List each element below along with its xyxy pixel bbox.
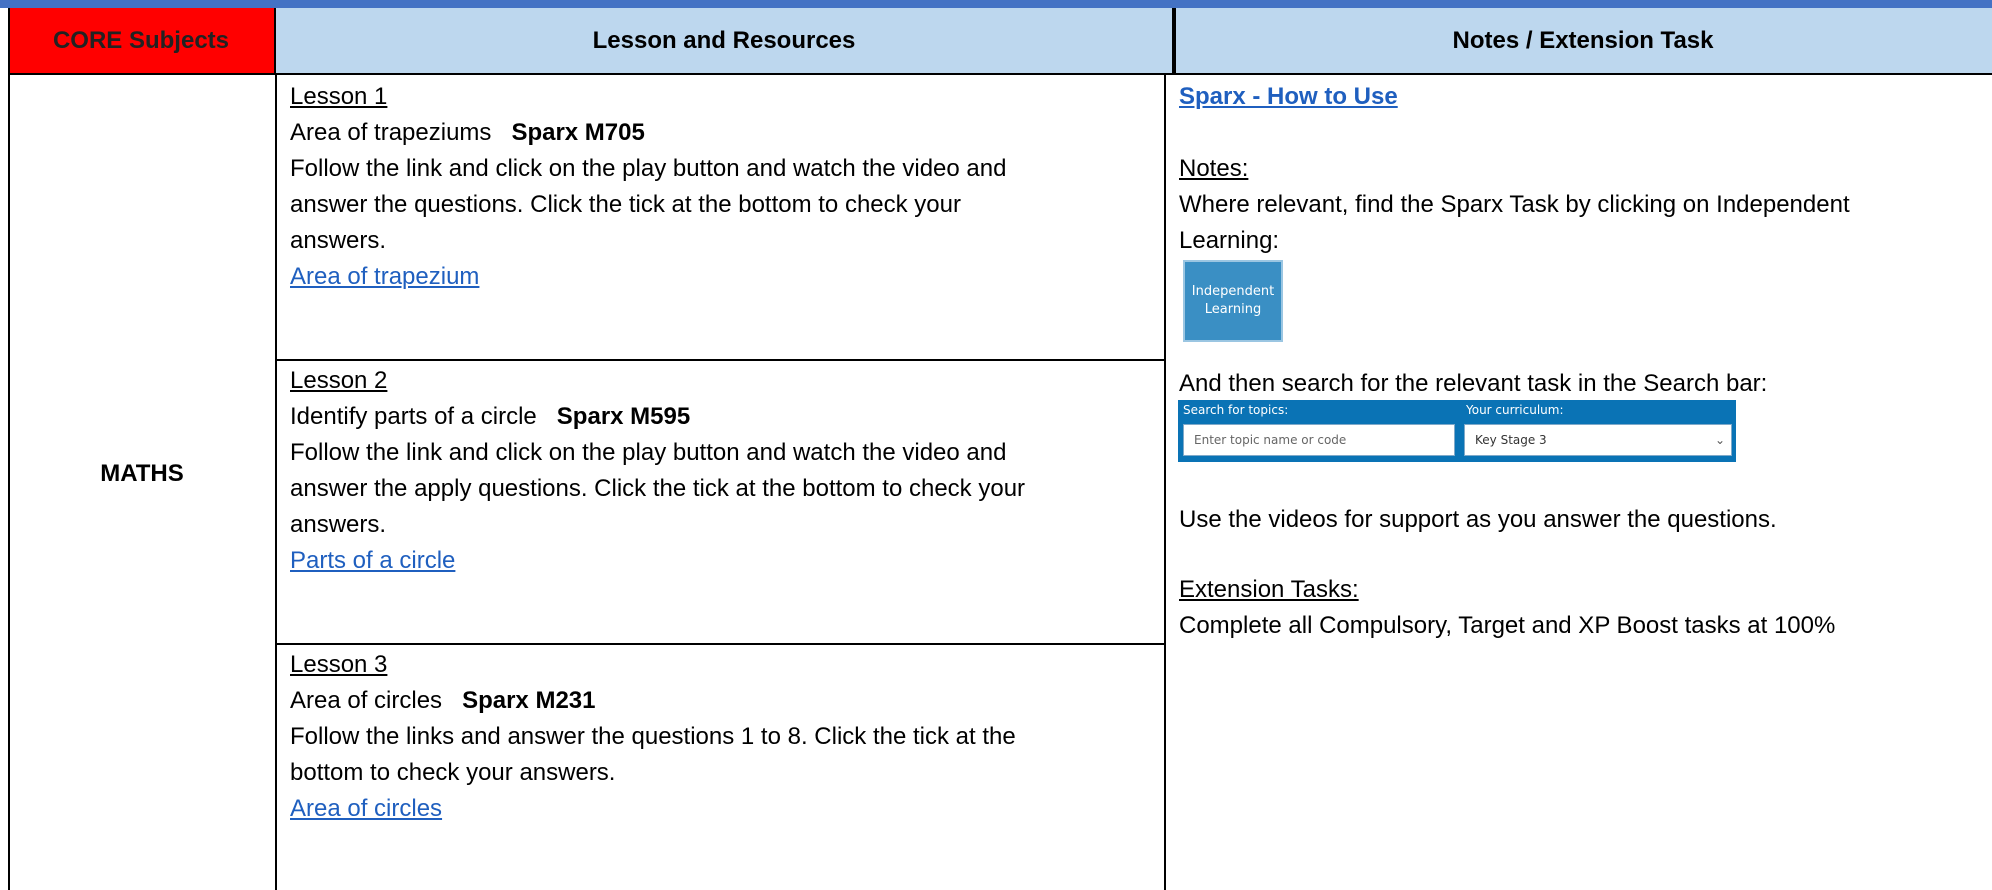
lesson-3-title: Area of circles Sparx M231: [290, 687, 596, 714]
sparx-how-to-use-link[interactable]: Sparx - How to Use: [1179, 79, 1398, 115]
notes-heading: Notes:: [1179, 155, 1249, 182]
lesson-1-instruction-line: Follow the link and click on the play bu…: [290, 155, 1007, 182]
search-input: Enter topic name or code: [1183, 424, 1455, 456]
lesson-3-instruction-line: bottom to check your answers.: [290, 759, 616, 786]
tile-label: Independent: [1191, 284, 1275, 299]
area-of-circles-link[interactable]: Area of circles: [290, 791, 442, 827]
lesson-2-instruction-line: answer the apply questions. Click the ti…: [290, 475, 1026, 502]
parts-of-a-circle-link[interactable]: Parts of a circle: [290, 543, 455, 579]
sparx-search-bar-image: Search for topics: Your curriculum: Ente…: [1178, 400, 1736, 462]
extension-tasks-line: Complete all Compulsory, Target and XP B…: [1179, 612, 1836, 639]
notes-find-line: Where relevant, find the Sparx Task by c…: [1179, 191, 1850, 218]
lesson-2-heading: Lesson 2: [290, 367, 388, 394]
lesson-3-instruction-line: Follow the links and answer the question…: [290, 723, 1016, 750]
notes-find-line: Learning:: [1179, 227, 1280, 254]
curriculum-label: Your curriculum:: [1466, 403, 1564, 417]
header-notes-divider: [1174, 8, 1176, 75]
left-border: [8, 8, 10, 890]
lesson-right-divider: [1164, 75, 1166, 890]
lesson-2-title: Identify parts of a circle Sparx M595: [290, 403, 691, 430]
independent-learning-tile: Independent Learning: [1183, 260, 1283, 342]
subject-maths: MATHS: [100, 460, 184, 487]
lesson-1-title: Area of trapeziums Sparx M705: [290, 119, 645, 146]
lesson-3-heading: Lesson 3: [290, 651, 388, 678]
tile-label: Learning: [1204, 302, 1262, 317]
notes-videos-line: Use the videos for support as you answer…: [1179, 506, 1777, 533]
lesson-2-instruction-line: Follow the link and click on the play bu…: [290, 439, 1007, 466]
header-lesson-resources: Lesson and Resources: [276, 8, 1174, 75]
curriculum-value: Key Stage 3: [1475, 433, 1547, 447]
lesson-2-instruction-line: answers.: [290, 511, 387, 538]
chevron-down-icon: ⌄: [1714, 433, 1725, 447]
lesson-1-instruction-line: answer the questions. Click the tick at …: [290, 191, 961, 218]
header-notes-extension: Notes / Extension Task: [1174, 8, 1992, 75]
extension-tasks-heading: Extension Tasks:: [1179, 576, 1359, 603]
top-border: [0, 0, 1992, 8]
lesson-separator-2: [276, 643, 1165, 645]
lesson-separator-1: [276, 359, 1165, 361]
lesson-1-instruction-line: answers.: [290, 227, 387, 254]
curriculum-select: Key Stage 3 ⌄: [1464, 424, 1732, 456]
area-of-trapezium-link[interactable]: Area of trapezium: [290, 259, 479, 295]
search-label: Search for topics:: [1183, 403, 1289, 417]
header-core-subjects: CORE Subjects: [8, 8, 276, 75]
notes-search-line: And then search for the relevant task in…: [1179, 370, 1768, 397]
lesson-1-heading: Lesson 1: [290, 83, 388, 110]
